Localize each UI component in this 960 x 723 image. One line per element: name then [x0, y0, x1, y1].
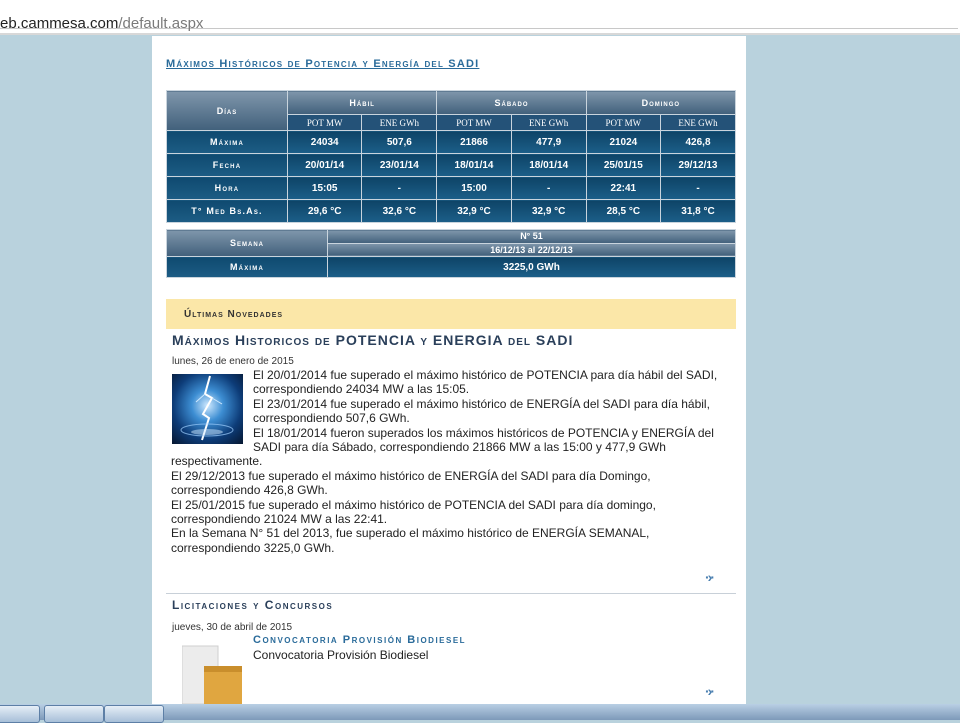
article-paragraph: El 25/01/2015 fue superado el máximo his…	[171, 497, 656, 527]
section-divider	[166, 593, 736, 594]
news-section-title: Últimas Novedades	[184, 309, 284, 320]
table-cell: 477,9	[510, 130, 587, 154]
url-text[interactable]: eb.cammesa.com/default.aspx	[0, 15, 203, 32]
taskbar-chrome-button[interactable]	[0, 705, 40, 723]
table-cell: 426,8	[660, 130, 736, 154]
table-cell: 20/01/14	[286, 153, 363, 177]
row-label-hora: Hora	[166, 176, 288, 200]
week-max-value: 3225,0 GWh	[327, 256, 736, 278]
table-cell: 29,6 °C	[286, 199, 363, 223]
tenders-section-title: Licitaciones y Concursos	[172, 598, 334, 612]
table-row: Máxima 24034 507,6 21866 477,9 21024 426…	[166, 130, 736, 154]
sub-header: ENE GWh	[510, 114, 587, 131]
row-header-dias: Días	[166, 90, 288, 131]
table-cell: 29/12/13	[660, 153, 736, 177]
table-cell: 28,5 °C	[585, 199, 662, 223]
table-cell: 32,6 °C	[361, 199, 438, 223]
table-row: Hora 15:05 - 15:00 - 22:41 -	[166, 176, 736, 200]
page-title[interactable]: Máximos Históricos de Potencia y Energía…	[166, 58, 479, 70]
more-arrows-icon[interactable]: ·›·	[705, 683, 715, 699]
table-cell: 22:41	[585, 176, 662, 200]
week-table: Semana N° 51 16/12/13 al 22/12/13 Máxima…	[166, 229, 736, 278]
table-cell: 21866	[436, 130, 512, 154]
taskbar-ie-button[interactable]	[44, 705, 104, 723]
records-table: Días Hábil Sábado Domingo POT MW ENE GWh…	[166, 90, 737, 223]
os-taskbar	[0, 704, 960, 723]
table-cell: 31,8 °C	[660, 199, 736, 223]
table-row: T° Med Bs.As. 29,6 °C 32,6 °C 32,9 °C 32…	[166, 199, 736, 223]
table-row: Fecha 20/01/14 23/01/14 18/01/14 18/01/1…	[166, 153, 736, 177]
article-title[interactable]: Máximos Historicos de POTENCIA y ENERGIA…	[172, 332, 573, 348]
article-paragraph: El 18/01/2014 fueron superados los máxim…	[171, 425, 714, 469]
table-cell: 15:00	[436, 176, 512, 200]
document-thumbnail	[181, 644, 242, 704]
article-paragraph: El 23/01/2014 fue superado el máximo his…	[253, 396, 710, 426]
article-date: lunes, 26 de enero de 2015	[172, 356, 294, 367]
article-paragraph: El 29/12/2013 fue superado el máximo his…	[171, 468, 651, 498]
table-cell: 24034	[286, 130, 363, 154]
sub-header: POT MW	[286, 114, 363, 131]
table-cell: 15:05	[286, 176, 363, 200]
table-cell: 507,6	[361, 130, 438, 154]
article-body: El 20/01/2014 fue superado el máximo his…	[171, 368, 733, 555]
group-header-domingo: Domingo	[585, 90, 737, 115]
week-range: 16/12/13 al 22/12/13	[327, 242, 736, 257]
table-cell: 32,9 °C	[436, 199, 512, 223]
group-header-sabado: Sábado	[436, 90, 587, 115]
table-cell: 18/01/14	[436, 153, 512, 177]
content-page: Máximos Históricos de Potencia y Energía…	[152, 36, 746, 704]
group-header-habil: Hábil	[286, 90, 438, 115]
article-paragraph: El 20/01/2014 fue superado el máximo his…	[253, 368, 718, 397]
address-field[interactable]: eb.cammesa.com/default.aspx	[0, 6, 958, 32]
sub-header: ENE GWh	[660, 114, 736, 131]
row-label-fecha: Fecha	[166, 153, 288, 177]
image-spacer	[171, 368, 253, 452]
news-section-header: Últimas Novedades	[166, 299, 736, 329]
url-path: /default.aspx	[118, 15, 204, 32]
week-number: N° 51	[327, 229, 736, 244]
taskbar-app-button[interactable]	[104, 705, 164, 723]
row-label-temp: T° Med Bs.As.	[166, 199, 288, 223]
table-cell: -	[361, 176, 438, 200]
article-paragraph: En la Semana N° 51 del 2013, fue superad…	[171, 526, 650, 555]
tender-title-link[interactable]: Convocatoria Provisión Biodiesel	[253, 634, 466, 646]
tender-subtitle: Convocatoria Provisión Biodiesel	[253, 648, 429, 662]
url-host: eb.cammesa.com	[0, 15, 119, 32]
table-cell: 18/01/14	[510, 153, 587, 177]
tender-date: jueves, 30 de abril de 2015	[172, 622, 293, 633]
sub-header: POT MW	[436, 114, 512, 131]
week-label: Semana	[166, 229, 328, 257]
table-cell: -	[510, 176, 587, 200]
row-label-maxima: Máxima	[166, 130, 288, 154]
table-cell: -	[660, 176, 736, 200]
sub-header: ENE GWh	[361, 114, 438, 131]
table-cell: 21024	[585, 130, 662, 154]
browser-address-bar[interactable]: eb.cammesa.com/default.aspx	[0, 0, 960, 35]
table-cell: 23/01/14	[361, 153, 438, 177]
week-max-label: Máxima	[166, 256, 328, 278]
table-cell: 25/01/15	[585, 153, 662, 177]
table-cell: 32,9 °C	[510, 199, 587, 223]
more-arrows-icon[interactable]: ·›·	[705, 569, 715, 585]
sub-header: POT MW	[585, 114, 662, 131]
